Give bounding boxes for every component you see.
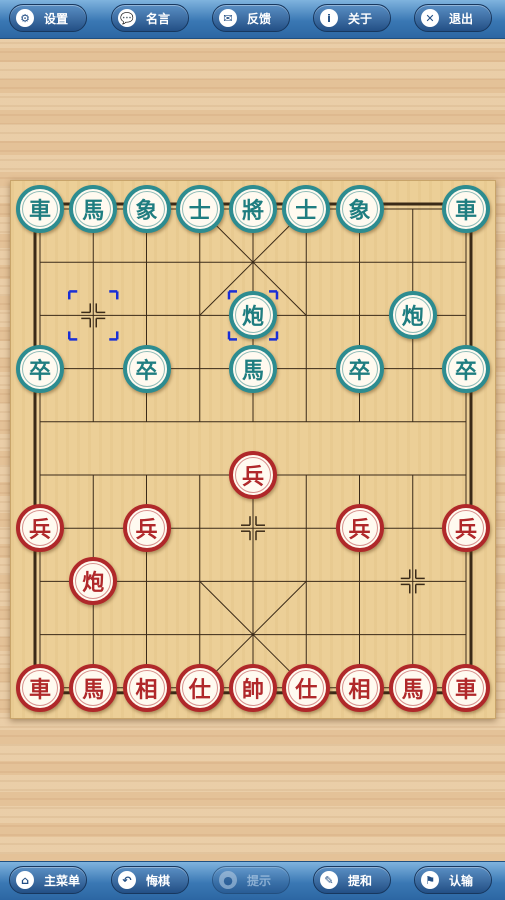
speech-bubble-icon: 💬	[118, 9, 136, 27]
piece-character: 卒	[454, 357, 477, 384]
main-menu-button[interactable]: ⌂ 主菜单	[9, 866, 87, 894]
piece-character: 炮	[82, 570, 105, 597]
piece-character: 象	[135, 198, 158, 224]
green-piece[interactable]: 象	[335, 185, 384, 233]
feedback-button[interactable]: ✉ 反馈	[212, 4, 290, 32]
piece-character: 卒	[135, 357, 158, 384]
settings-button[interactable]: ⚙ 设置	[9, 4, 87, 32]
flag-icon: ⚑	[421, 871, 439, 889]
piece-character: 仕	[188, 676, 211, 703]
piece-character: 仕	[295, 676, 318, 703]
red-piece[interactable]: 仕	[282, 663, 331, 712]
piece-character: 炮	[401, 304, 424, 331]
piece-character: 車	[28, 676, 51, 703]
top-toolbar: ⚙ 设置 💬 名言 ✉ 反馈 i 关于 ✕ 退出	[0, 0, 505, 39]
offer-draw-label: 提和	[348, 873, 373, 888]
piece-character: 兵	[135, 517, 158, 544]
pen-icon: ✎	[320, 871, 338, 889]
red-piece[interactable]: 兵	[442, 504, 490, 553]
piece-character: 相	[135, 676, 158, 703]
resign-label: 认输	[449, 873, 474, 888]
red-piece[interactable]: 仕	[175, 663, 224, 712]
green-piece[interactable]: 卒	[442, 344, 490, 393]
piece-character: 兵	[348, 517, 371, 544]
hint-button[interactable]: ● 提示	[212, 866, 290, 894]
green-piece[interactable]: 卒	[16, 344, 64, 393]
about-label: 关于	[348, 11, 373, 26]
quotes-button[interactable]: 💬 名言	[111, 4, 189, 32]
piece-character: 卒	[28, 357, 51, 384]
green-piece[interactable]: 將	[229, 185, 277, 233]
piece-character: 士	[188, 198, 211, 224]
piece-character: 兵	[454, 517, 477, 544]
red-piece[interactable]: 相	[122, 663, 171, 712]
piece-character: 炮	[241, 304, 264, 331]
bottom-toolbar: ⌂ 主菜单 ↶ 悔棋 ● 提示 ✎ 提和 ⚑ 认输	[0, 861, 505, 900]
green-piece[interactable]: 卒	[122, 344, 171, 393]
feedback-label: 反馈	[247, 11, 272, 26]
green-piece[interactable]: 馬	[229, 344, 277, 393]
piece-character: 卒	[348, 357, 371, 384]
info-icon: i	[320, 9, 338, 27]
offer-draw-button[interactable]: ✎ 提和	[313, 866, 391, 894]
piece-character: 象	[348, 198, 371, 224]
green-piece[interactable]: 士	[175, 185, 224, 233]
undo-icon: ↶	[118, 871, 136, 889]
green-piece[interactable]: 車	[442, 185, 490, 233]
green-piece[interactable]: 炮	[388, 291, 437, 340]
mail-icon: ✉	[219, 9, 237, 27]
red-piece[interactable]: 相	[335, 663, 384, 712]
piece-character: 士	[295, 198, 318, 224]
close-icon: ✕	[421, 9, 439, 27]
red-piece[interactable]: 車	[16, 663, 64, 712]
quotes-label: 名言	[146, 11, 171, 26]
undo-button[interactable]: ↶ 悔棋	[111, 866, 189, 894]
green-piece[interactable]: 馬	[69, 185, 118, 233]
green-piece[interactable]: 士	[282, 185, 331, 233]
hint-label: 提示	[247, 873, 272, 888]
red-piece[interactable]: 兵	[16, 504, 64, 553]
red-piece[interactable]: 兵	[229, 451, 277, 499]
red-piece[interactable]: 兵	[335, 504, 384, 553]
piece-character: 帥	[241, 676, 264, 703]
piece-character: 兵	[241, 464, 264, 490]
red-piece[interactable]: 兵	[122, 504, 171, 553]
main-menu-label: 主菜单	[44, 873, 81, 888]
green-piece[interactable]: 卒	[335, 344, 384, 393]
piece-character: 車	[454, 198, 477, 224]
exit-button[interactable]: ✕ 退出	[414, 4, 492, 32]
piece-character: 馬	[241, 357, 264, 384]
piece-character: 馬	[82, 198, 105, 224]
gear-icon: ⚙	[16, 9, 34, 27]
piece-character: 將	[241, 198, 264, 224]
chess-board[interactable]: 車馬象士將士象車炮炮卒卒馬卒卒兵兵兵兵兵炮車馬相仕帥仕相馬車	[10, 180, 496, 719]
settings-label: 设置	[44, 11, 69, 26]
red-piece[interactable]: 帥	[229, 663, 277, 712]
green-piece[interactable]: 象	[122, 185, 171, 233]
red-piece[interactable]: 車	[442, 663, 490, 712]
resign-button[interactable]: ⚑ 认输	[414, 866, 492, 894]
red-piece[interactable]: 馬	[69, 663, 118, 712]
home-icon: ⌂	[16, 871, 34, 889]
piece-character: 車	[28, 198, 51, 224]
piece-character: 馬	[82, 676, 105, 703]
undo-label: 悔棋	[146, 873, 171, 888]
bulb-icon: ●	[219, 871, 237, 889]
about-button[interactable]: i 关于	[313, 4, 391, 32]
red-piece[interactable]: 馬	[388, 663, 437, 712]
piece-character: 相	[348, 676, 371, 703]
green-piece[interactable]: 車	[16, 185, 64, 233]
exit-label: 退出	[449, 11, 474, 26]
piece-character: 兵	[28, 517, 51, 544]
piece-character: 馬	[401, 676, 424, 703]
piece-character: 車	[454, 676, 477, 703]
